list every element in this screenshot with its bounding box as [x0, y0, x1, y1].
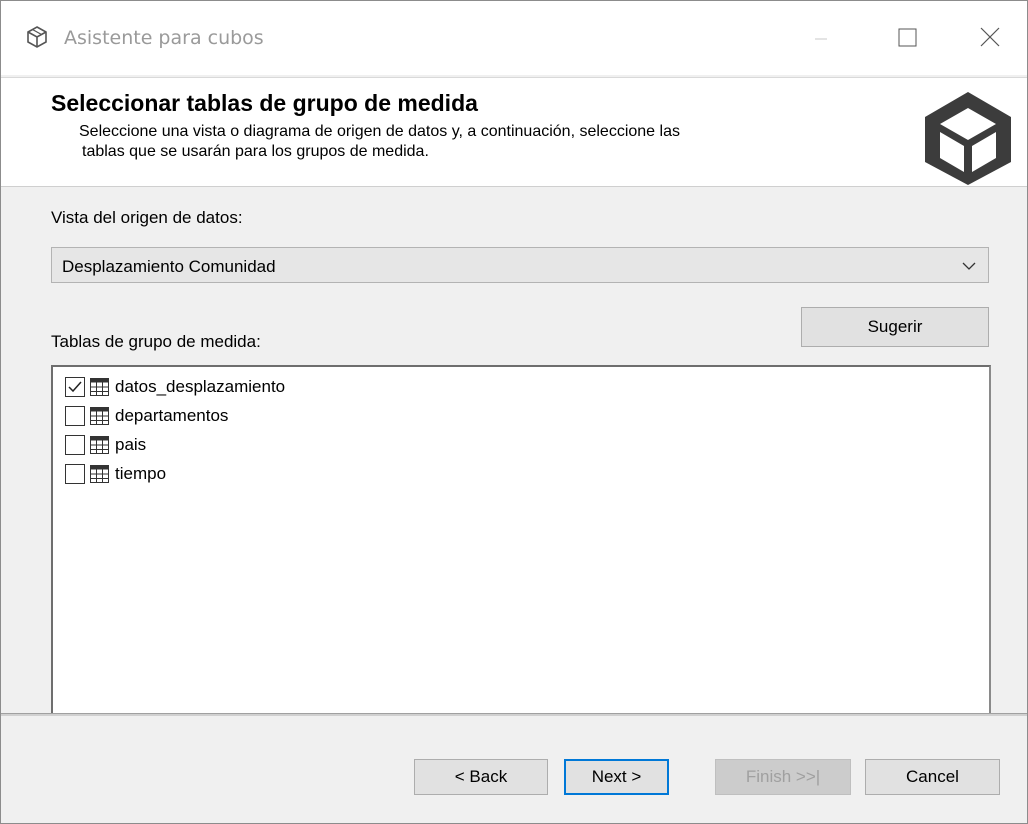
window-title: Asistente para cubos [64, 27, 264, 49]
page-title: Seleccionar tablas de grupo de medida [51, 90, 478, 116]
table-name: tiempo [115, 464, 167, 483]
cube-wizard-window: Asistente para cubos Seleccionar tablas … [0, 0, 1028, 824]
data-source-view-value: Desplazamiento Comunidad [62, 257, 276, 276]
table-name: pais [115, 435, 147, 454]
table-name: departamentos [115, 406, 229, 425]
close-icon [980, 27, 1000, 47]
table-icon [90, 378, 109, 396]
back-button[interactable]: < Back [414, 759, 548, 795]
chevron-down-icon [962, 262, 976, 270]
table-checkbox[interactable] [65, 435, 85, 455]
cube-icon [27, 26, 47, 48]
table-checkbox[interactable] [65, 406, 85, 426]
page-description: Seleccione una vista o diagrama de orige… [79, 122, 859, 162]
title-bar[interactable]: Asistente para cubos [1, 1, 1027, 75]
table-icon [90, 465, 109, 483]
maximize-icon [898, 28, 917, 47]
table-checkbox[interactable] [65, 377, 85, 397]
checkmark-icon [68, 381, 82, 393]
description-line-1: Seleccione una vista o diagrama de orige… [79, 123, 680, 140]
table-icon [90, 407, 109, 425]
finish-button[interactable]: Finish >>| [715, 759, 851, 795]
measure-group-tables-label: Tablas de grupo de medida: [51, 332, 261, 351]
table-icon [90, 436, 109, 454]
data-source-view-select[interactable]: Desplazamiento Comunidad [51, 247, 989, 283]
wizard-header: Seleccionar tablas de grupo de medida Se… [1, 77, 1027, 187]
next-button[interactable]: Next > [564, 759, 669, 795]
close-button[interactable] [967, 15, 1013, 61]
minimize-button[interactable] [798, 15, 844, 61]
maximize-button[interactable] [883, 15, 929, 61]
minimize-icon [815, 38, 827, 40]
cube-icon [925, 92, 1011, 185]
footer-divider [1, 713, 1027, 716]
cancel-button[interactable]: Cancel [865, 759, 1000, 795]
data-source-view-label: Vista del origen de datos: [51, 208, 243, 227]
description-line-2: tablas que se usarán para los grupos de … [82, 143, 429, 160]
suggest-button[interactable]: Sugerir [801, 307, 989, 347]
table-name: datos_desplazamiento [115, 377, 286, 396]
measure-group-tables-list[interactable]: datos_desplazamiento departamentos pais … [51, 365, 991, 713]
table-checkbox[interactable] [65, 464, 85, 484]
